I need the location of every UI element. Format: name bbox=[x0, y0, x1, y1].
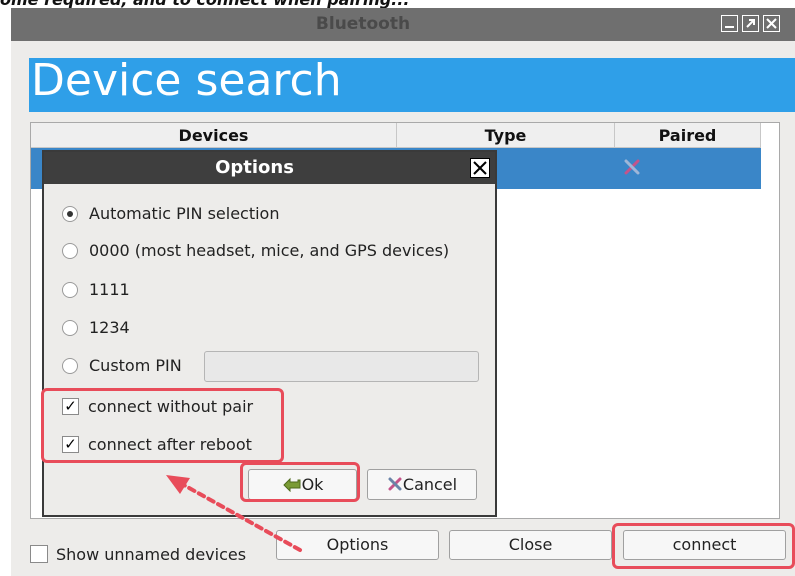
options-dialog-titlebar[interactable]: Options bbox=[44, 152, 495, 184]
device-search-header: Device search bbox=[29, 55, 795, 112]
highlight-checkboxes bbox=[41, 388, 284, 463]
annotation-arrow-icon bbox=[166, 475, 302, 552]
close-button[interactable]: Close bbox=[449, 530, 612, 560]
minimize-button[interactable] bbox=[721, 15, 738, 32]
column-header-paired[interactable]: Paired bbox=[615, 123, 761, 148]
options-button-label: Options bbox=[326, 535, 389, 554]
column-header-devices[interactable]: Devices bbox=[31, 123, 397, 148]
column-header-type[interactable]: Type bbox=[397, 123, 615, 148]
highlight-connect-button bbox=[612, 523, 795, 569]
radio-button[interactable] bbox=[62, 358, 78, 374]
options-dialog-close-button[interactable] bbox=[470, 158, 490, 178]
cancel-button-label: Cancel bbox=[402, 475, 458, 494]
radio-label: 0000 (most headset, mice, and GPS device… bbox=[89, 241, 450, 260]
radio-label: Custom PIN bbox=[89, 356, 182, 375]
radio-button[interactable] bbox=[62, 320, 78, 336]
radio-label: Automatic PIN selection bbox=[89, 204, 280, 223]
radio-button[interactable] bbox=[62, 206, 78, 222]
radio-label: 1234 bbox=[89, 318, 130, 337]
close-button-label: Close bbox=[508, 535, 553, 554]
page-title: Device search bbox=[31, 55, 342, 106]
window-title: Bluetooth bbox=[315, 14, 411, 34]
show-unnamed-checkbox-box[interactable] bbox=[30, 545, 48, 563]
maximize-icon bbox=[746, 19, 755, 28]
radio-label: 1111 bbox=[89, 280, 130, 299]
options-dialog-title: Options bbox=[215, 157, 294, 178]
maximize-button[interactable] bbox=[742, 15, 759, 32]
not-paired-icon bbox=[624, 159, 640, 175]
custom-pin-input[interactable] bbox=[204, 351, 479, 382]
close-icon bbox=[473, 161, 487, 175]
cancel-x-icon bbox=[388, 477, 402, 491]
close-window-button[interactable] bbox=[763, 15, 780, 32]
close-icon bbox=[766, 18, 777, 29]
window-titlebar[interactable]: Bluetooth bbox=[11, 8, 795, 41]
cancel-button[interactable]: Cancel bbox=[367, 469, 477, 500]
minimize-icon bbox=[725, 26, 734, 28]
radio-button[interactable] bbox=[62, 282, 78, 298]
radio-button[interactable] bbox=[62, 243, 78, 259]
